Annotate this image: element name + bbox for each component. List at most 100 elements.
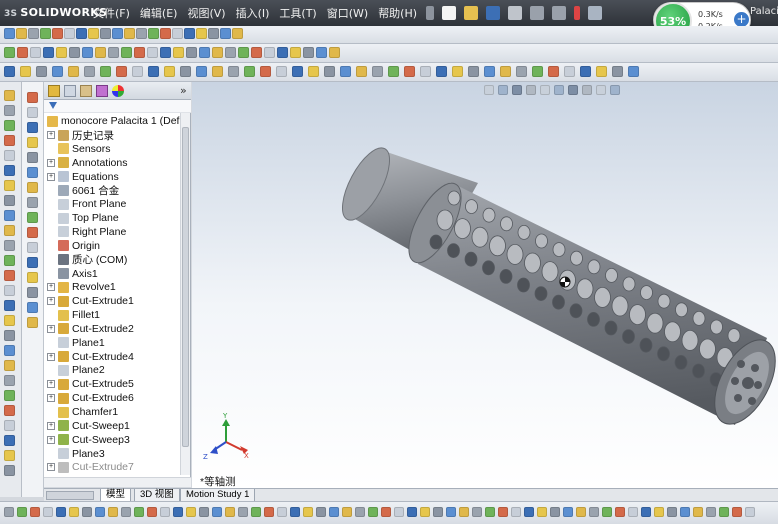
bottom-toolbar-icon[interactable] <box>563 507 573 517</box>
bottom-toolbar-icon[interactable] <box>238 507 248 517</box>
tree-item[interactable]: Origin <box>47 239 187 253</box>
tree-item[interactable]: Top Plane <box>47 211 187 225</box>
bottom-toolbar-icon[interactable] <box>368 507 378 517</box>
tab-navigation-arrows[interactable] <box>46 491 94 500</box>
bottom-toolbar-icon[interactable] <box>576 507 586 517</box>
model-render[interactable]: Y X Z <box>192 82 778 488</box>
menu-tools[interactable]: 工具(T) <box>274 5 321 21</box>
bottom-toolbar-icon[interactable] <box>615 507 625 517</box>
command-icon[interactable] <box>4 300 15 311</box>
bottom-toolbar-icon[interactable] <box>381 507 391 517</box>
toolbar-button-icon[interactable] <box>238 47 249 58</box>
tree-item[interactable]: Plane2 <box>47 363 187 377</box>
tree-item[interactable]: 6061 合金 <box>47 183 187 197</box>
feature-command-icon[interactable] <box>27 137 38 148</box>
toolbar-button-icon[interactable] <box>290 47 301 58</box>
command-icon[interactable] <box>4 270 15 281</box>
bottom-toolbar-icon[interactable] <box>30 507 40 517</box>
dimxpert-tab-icon[interactable] <box>96 85 108 97</box>
tree-root[interactable]: monocore Palacita 1 (Defa <box>47 114 187 128</box>
command-icon[interactable] <box>4 225 15 236</box>
command-icon[interactable] <box>4 105 15 116</box>
command-icon[interactable] <box>4 390 15 401</box>
toolbar-button-icon[interactable] <box>292 66 303 77</box>
bottom-toolbar-icon[interactable] <box>355 507 365 517</box>
toolbar-button-icon[interactable] <box>484 66 495 77</box>
bottom-toolbar-icon[interactable] <box>95 507 105 517</box>
toolbar-button-icon[interactable] <box>112 28 123 39</box>
toolbar-button-icon[interactable] <box>82 47 93 58</box>
toolbar-button-icon[interactable] <box>251 47 262 58</box>
bottom-toolbar-icon[interactable] <box>69 507 79 517</box>
toolbar-button-icon[interactable] <box>196 28 207 39</box>
toolbar-button-icon[interactable] <box>76 28 87 39</box>
tree-scroll-thumb[interactable] <box>182 127 189 447</box>
toolbar-button-icon[interactable] <box>225 47 236 58</box>
command-icon[interactable] <box>4 285 15 296</box>
feature-command-icon[interactable] <box>27 197 38 208</box>
command-icon[interactable] <box>4 435 15 446</box>
toolbar-button-icon[interactable] <box>404 66 415 77</box>
toolbar-button-icon[interactable] <box>121 47 132 58</box>
tree-item[interactable]: Plane3 <box>47 447 187 461</box>
bottom-toolbar-icon[interactable] <box>303 507 313 517</box>
bottom-toolbar-icon[interactable] <box>17 507 27 517</box>
bottom-toolbar-icon[interactable] <box>186 507 196 517</box>
tree-item[interactable]: Plane1 <box>47 336 187 350</box>
toolbar-button-icon[interactable] <box>612 66 623 77</box>
tree-item[interactable]: + 历史记录 <box>47 128 187 142</box>
tree-item[interactable]: Axis1 <box>47 267 187 281</box>
bottom-toolbar-icon[interactable] <box>745 507 755 517</box>
toolbar-button-icon[interactable] <box>4 28 15 39</box>
toolbar-button-icon[interactable] <box>212 66 223 77</box>
toolbar-button-icon[interactable] <box>420 66 431 77</box>
expand-toggle[interactable]: + <box>47 158 55 167</box>
display-manager-tab-icon[interactable] <box>112 85 124 97</box>
tree-item[interactable]: + Cut-Sweep1 <box>47 419 187 433</box>
bottom-toolbar-icon[interactable] <box>108 507 118 517</box>
toolbar-button-icon[interactable] <box>452 66 463 77</box>
bottom-toolbar-icon[interactable] <box>394 507 404 517</box>
toolbar-button-icon[interactable] <box>372 66 383 77</box>
toolbar-button-icon[interactable] <box>52 66 63 77</box>
bottom-toolbar-icon[interactable] <box>225 507 235 517</box>
toolbar-button-icon[interactable] <box>43 47 54 58</box>
bottom-toolbar-icon[interactable] <box>121 507 131 517</box>
configurationmanager-tab-icon[interactable] <box>80 85 92 97</box>
bottom-toolbar-icon[interactable] <box>277 507 287 517</box>
tree-item[interactable]: + Annotations <box>47 156 187 170</box>
new-document-icon[interactable] <box>442 6 457 20</box>
toolbar-button-icon[interactable] <box>64 28 75 39</box>
toolbar-button-icon[interactable] <box>69 47 80 58</box>
bottom-toolbar-icon[interactable] <box>472 507 482 517</box>
bottom-toolbar-icon[interactable] <box>329 507 339 517</box>
toolbar-button-icon[interactable] <box>160 28 171 39</box>
menu-insert[interactable]: 插入(I) <box>231 5 275 21</box>
bottom-toolbar-icon[interactable] <box>420 507 430 517</box>
toolbar-button-icon[interactable] <box>276 66 287 77</box>
command-icon[interactable] <box>4 465 15 476</box>
bottom-toolbar-icon[interactable] <box>628 507 638 517</box>
toolbar-button-icon[interactable] <box>564 66 575 77</box>
toolbar-button-icon[interactable] <box>84 66 95 77</box>
graphics-area[interactable]: Y X Z *等轴测 <box>192 82 778 488</box>
bottom-toolbar-icon[interactable] <box>459 507 469 517</box>
feature-command-icon[interactable] <box>27 122 38 133</box>
toolbar-button-icon[interactable] <box>324 66 335 77</box>
toolbar-button-icon[interactable] <box>88 28 99 39</box>
expand-toggle[interactable]: + <box>47 131 55 139</box>
expand-toggle[interactable]: + <box>47 172 55 181</box>
toolbar-button-icon[interactable] <box>208 28 219 39</box>
tree-item[interactable]: Sensors <box>47 142 187 156</box>
bottom-toolbar-icon[interactable] <box>4 507 14 517</box>
toolbar-button-icon[interactable] <box>40 28 51 39</box>
bottom-toolbar-icon[interactable] <box>212 507 222 517</box>
menu-file[interactable]: 文件(F) <box>88 5 135 21</box>
toolbar-button-icon[interactable] <box>388 66 399 77</box>
toolbar-button-icon[interactable] <box>147 47 158 58</box>
bottom-toolbar-icon[interactable] <box>134 507 144 517</box>
expand-panel-icon[interactable]: » <box>180 84 187 97</box>
undo-icon[interactable] <box>530 6 545 20</box>
bottom-toolbar-icon[interactable] <box>446 507 456 517</box>
toolbar-button-icon[interactable] <box>244 66 255 77</box>
